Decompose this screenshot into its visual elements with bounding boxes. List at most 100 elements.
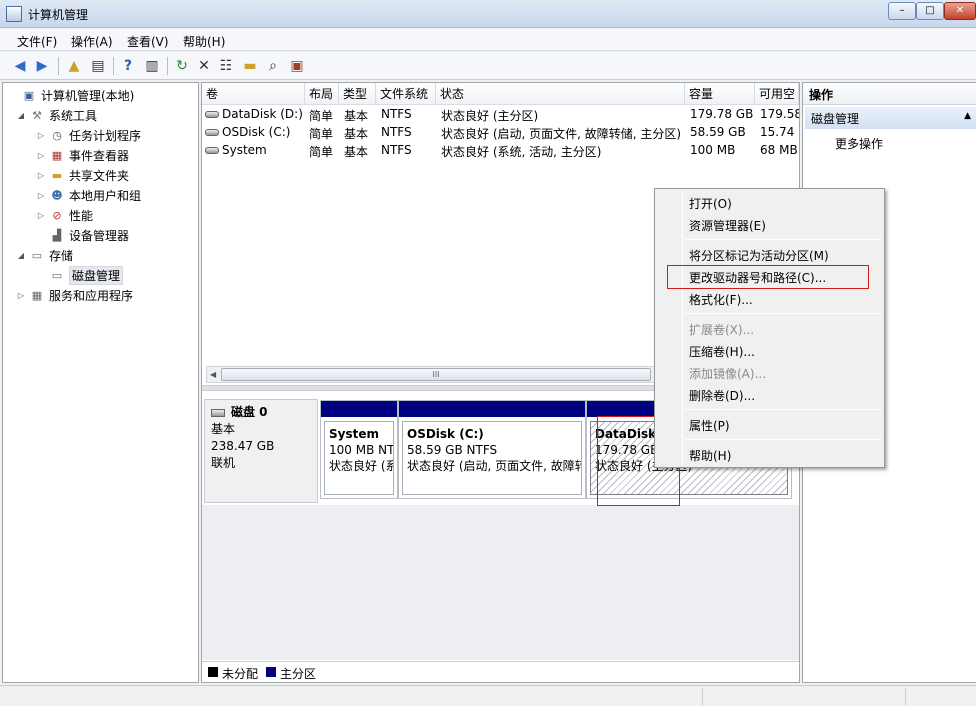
tree-item-shared-folders[interactable]: ▷ ▬ 共享文件夹 <box>35 165 129 185</box>
partition-status: 状态良好 (启动, 页面文件, 故障转储, 主分区) <box>407 459 581 473</box>
tree-expander[interactable]: ◢ <box>15 111 27 120</box>
open-folder-icon[interactable]: ▬ <box>240 56 260 76</box>
tree-expander[interactable]: ▷ <box>35 171 47 180</box>
column-header-status[interactable]: 状态 <box>436 83 685 105</box>
table-row[interactable]: System 简单 基本 NTFS 状态良好 (系统, 活动, 主分区) 100… <box>202 142 799 160</box>
tree-item-task-scheduler[interactable]: ▷ ◷ 任务计划程序 <box>35 125 141 145</box>
tree-expander[interactable]: ▷ <box>35 211 47 220</box>
tree-item-label: 本地用户和组 <box>69 188 142 203</box>
volume-free-space: 68 MB <box>760 143 798 157</box>
partition-osdisk[interactable]: OSDisk (C:) 58.59 GB NTFS 状态良好 (启动, 页面文件… <box>398 400 586 499</box>
toolbar-separator <box>113 57 114 75</box>
column-header-layout[interactable]: 布局 <box>305 83 339 105</box>
disk-label[interactable]: 磁盘 0 基本 238.47 GB 联机 <box>204 399 318 503</box>
column-header-volume[interactable]: 卷 <box>202 83 305 105</box>
tree-expander[interactable]: ◢ <box>15 251 27 260</box>
volume-name: DataDisk (D:) <box>222 107 303 121</box>
volume-status: 状态良好 (启动, 页面文件, 故障转储, 主分区) <box>441 127 682 141</box>
show-hide-tree-icon[interactable]: ▤ <box>88 56 108 76</box>
tree-item-device-manager[interactable]: ▟ 设备管理器 <box>35 225 129 245</box>
maximize-button[interactable]: □ <box>916 2 944 20</box>
menu-item-delete-volume[interactable]: 删除卷(D)... <box>689 387 755 404</box>
properties-icon[interactable]: ☷ <box>216 56 236 76</box>
menu-item-mark-active[interactable]: 将分区标记为活动分区(M) <box>689 247 829 264</box>
menu-item-shrink-volume[interactable]: 压缩卷(H)... <box>689 343 755 360</box>
menu-item-properties[interactable]: 属性(P) <box>689 417 730 434</box>
tree-item-local-users-groups[interactable]: ▷ ☻ 本地用户和组 <box>35 185 141 205</box>
toolbar-separator <box>167 57 168 75</box>
tree-item-system-tools[interactable]: ◢ ⚒ 系统工具 <box>15 105 97 125</box>
action-pane-icon[interactable]: ▥ <box>142 56 162 76</box>
tree-item-label: 性能 <box>69 208 94 223</box>
performance-icon: ⊘ <box>52 208 62 222</box>
more-actions-link[interactable]: 更多操作 <box>835 135 883 152</box>
menu-action[interactable]: 操作(A) <box>71 33 113 50</box>
volume-name: OSDisk (C:) <box>222 125 291 139</box>
tree-expander[interactable]: ▷ <box>35 151 47 160</box>
up-folder-icon[interactable]: ▲ <box>64 56 84 76</box>
menu-bar: 文件(F) 操作(A) 查看(V) 帮助(H) <box>0 29 976 51</box>
clock-icon: ◷ <box>52 128 62 142</box>
back-arrow-icon[interactable]: ◀ <box>10 56 30 76</box>
volume-capacity: 58.59 GB <box>690 125 746 139</box>
refresh-icon[interactable]: ↻ <box>172 56 192 76</box>
menu-item-open[interactable]: 打开(O) <box>689 195 732 212</box>
menu-view[interactable]: 查看(V) <box>127 33 169 50</box>
tree-expander[interactable]: ▷ <box>35 131 47 140</box>
volume-layout: 简单 <box>309 109 334 123</box>
tree-expander[interactable]: ▷ <box>35 191 47 200</box>
menu-separator <box>685 409 881 410</box>
volume-layout: 简单 <box>309 127 334 141</box>
column-header-free-space[interactable]: 可用空 <box>755 83 799 105</box>
scrollbar-thumb[interactable]: III <box>221 368 651 381</box>
tree-item-performance[interactable]: ▷ ⊘ 性能 <box>35 205 93 225</box>
menu-item-format[interactable]: 格式化(F)... <box>689 291 753 308</box>
tree-item-services-applications[interactable]: ▷ ▦ 服务和应用程序 <box>15 285 133 305</box>
tree-item-storage[interactable]: ◢ ▭ 存储 <box>15 245 73 265</box>
menu-item-explore[interactable]: 资源管理器(E) <box>689 217 766 234</box>
actions-header: 操作 <box>803 83 976 105</box>
partition-size: 58.59 GB NTFS <box>407 443 498 457</box>
partition-bar <box>321 401 397 417</box>
tree-item-event-viewer[interactable]: ▷ ▦ 事件查看器 <box>35 145 129 165</box>
disk-size: 238.47 GB <box>211 439 275 453</box>
volume-type: 基本 <box>344 109 369 123</box>
column-header-filesystem[interactable]: 文件系统 <box>376 83 436 105</box>
menu-file[interactable]: 文件(F) <box>17 33 57 50</box>
search-icon[interactable]: ⌕ <box>263 56 283 76</box>
volume-filesystem: NTFS <box>381 107 412 121</box>
legend-swatch-primary <box>266 667 276 677</box>
tree-item-disk-management[interactable]: ▭ 磁盘管理 <box>35 265 124 285</box>
column-header-type[interactable]: 类型 <box>339 83 376 105</box>
actions-section-disk-management[interactable]: 磁盘管理 ▲ <box>805 107 976 129</box>
volume-status: 状态良好 (系统, 活动, 主分区) <box>441 145 602 159</box>
collapse-arrow-icon[interactable]: ▲ <box>964 111 971 121</box>
menu-separator <box>685 313 881 314</box>
tree-item-label: 计算机管理(本地) <box>41 88 135 103</box>
table-row[interactable]: OSDisk (C:) 简单 基本 NTFS 状态良好 (启动, 页面文件, 故… <box>202 124 799 142</box>
minimize-button[interactable]: – <box>888 2 916 20</box>
title-bar: 计算机管理 – □ ✕ <box>0 0 976 28</box>
delete-icon[interactable]: ✕ <box>194 56 214 76</box>
volume-type: 基本 <box>344 145 369 159</box>
column-header-capacity[interactable]: 容量 <box>685 83 755 105</box>
context-menu-gutter <box>682 191 683 465</box>
tree-item-computer-management[interactable]: ▣ 计算机管理(本地) <box>7 85 135 105</box>
help-icon[interactable]: ? <box>118 56 138 76</box>
menu-separator <box>685 439 881 440</box>
menu-separator <box>685 239 881 240</box>
close-button[interactable]: ✕ <box>944 2 976 20</box>
services-icon: ▦ <box>31 288 43 302</box>
shortcut-icon[interactable]: ▣ <box>287 56 307 76</box>
forward-arrow-icon[interactable]: ▶ <box>32 56 52 76</box>
tree-expander[interactable]: ▷ <box>15 291 27 300</box>
scroll-left-icon[interactable]: ◀ <box>210 367 216 382</box>
navigation-tree: ▣ 计算机管理(本地) ◢ ⚒ 系统工具 ▷ ◷ 任务计划程序 ▷ ▦ 事件查看… <box>2 82 199 683</box>
partition-status: 状态良好 (系统, 活动, 主分区) <box>329 459 393 473</box>
table-row[interactable]: DataDisk (D:) 简单 基本 NTFS 状态良好 (主分区) 179.… <box>202 106 799 124</box>
status-segment <box>702 688 703 705</box>
disk-management-icon: ▭ <box>51 268 63 282</box>
menu-item-help[interactable]: 帮助(H) <box>689 447 731 464</box>
menu-help[interactable]: 帮助(H) <box>183 33 225 50</box>
partition-system[interactable]: System 100 MB NTFS 状态良好 (系统, 活动, 主分区) <box>320 400 398 499</box>
